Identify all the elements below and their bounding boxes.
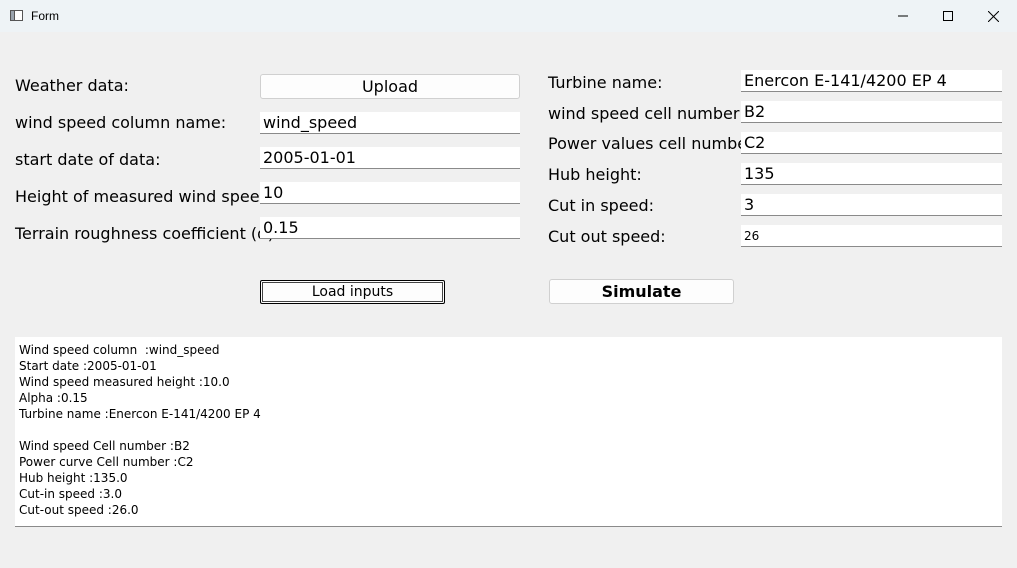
- power-values-cell-label: Power values cell number:: [548, 134, 759, 153]
- close-button[interactable]: [970, 0, 1016, 32]
- wind-speed-column-label: wind speed column name:: [15, 113, 227, 132]
- cut-out-speed-input[interactable]: 26: [741, 225, 1002, 247]
- measured-height-input[interactable]: 10: [260, 182, 520, 204]
- simulate-button[interactable]: Simulate: [549, 279, 734, 304]
- maximize-icon: [943, 11, 953, 21]
- measured-height-label: Height of measured wind speed:: [15, 187, 276, 206]
- upload-button[interactable]: Upload: [260, 74, 520, 99]
- terrain-roughness-input[interactable]: 0.15: [260, 217, 520, 239]
- maximize-button[interactable]: [925, 0, 971, 32]
- terrain-roughness-label: Terrain roughness coefficient (α):: [15, 224, 280, 243]
- power-values-cell-input[interactable]: C2: [741, 132, 1002, 154]
- window-title: Form: [31, 9, 59, 23]
- cut-in-speed-label: Cut in speed:: [548, 196, 655, 215]
- wind-speed-column-input[interactable]: wind_speed: [260, 112, 520, 134]
- hub-height-label: Hub height:: [548, 165, 642, 184]
- weather-data-label: Weather data:: [15, 76, 129, 95]
- start-date-label: start date of data:: [15, 150, 161, 169]
- cut-in-speed-input[interactable]: 3: [741, 194, 1002, 216]
- minimize-button[interactable]: [880, 0, 926, 32]
- load-inputs-button[interactable]: Load inputs: [260, 280, 445, 304]
- hub-height-input[interactable]: 135: [741, 163, 1002, 185]
- wind-speed-cell-input[interactable]: B2: [741, 101, 1002, 123]
- turbine-name-label: Turbine name:: [548, 73, 663, 92]
- title-bar: Form: [0, 0, 1017, 32]
- wind-speed-cell-label: wind speed cell number:: [548, 104, 745, 123]
- cut-out-speed-label: Cut out speed:: [548, 227, 666, 246]
- minimize-icon: [898, 15, 908, 17]
- window-app-icon: [10, 10, 23, 21]
- turbine-name-input[interactable]: Enercon E-141/4200 EP 4: [741, 70, 1002, 92]
- start-date-input[interactable]: 2005-01-01: [260, 147, 520, 169]
- output-text-area[interactable]: Wind speed column :wind_speed Start date…: [15, 337, 1002, 527]
- close-icon: [987, 10, 999, 22]
